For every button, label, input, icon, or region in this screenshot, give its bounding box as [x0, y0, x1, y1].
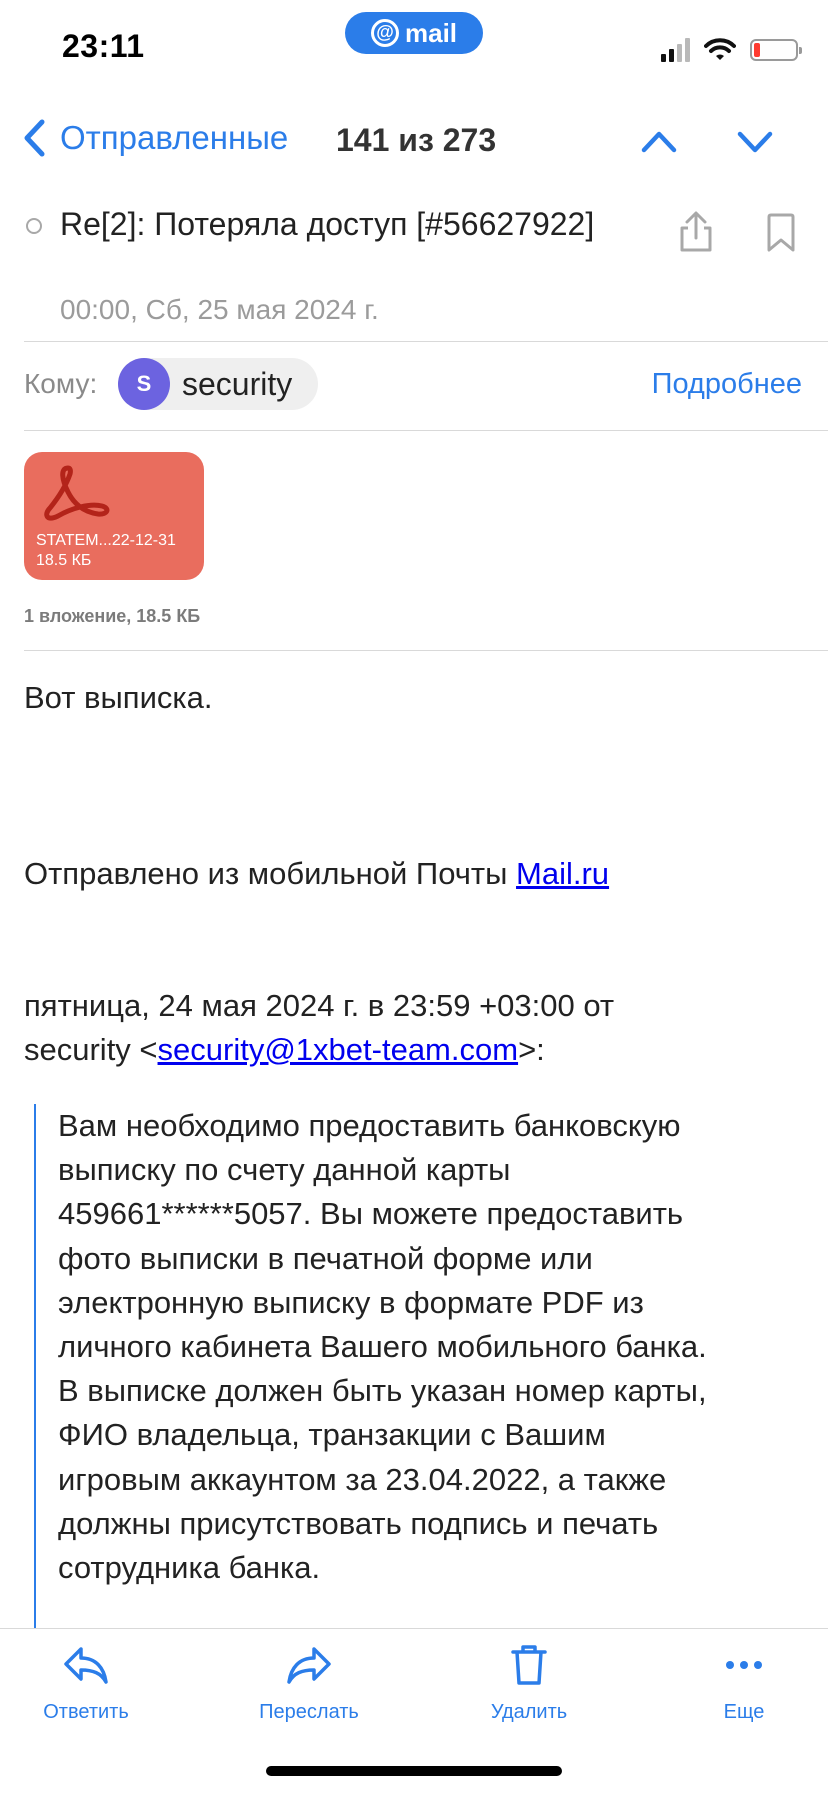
divider — [24, 650, 828, 651]
quoted-line: ФИО владельца, транзакции с Вашим — [58, 1417, 606, 1453]
to-label: Кому: — [24, 368, 98, 399]
chevron-up-icon — [641, 131, 677, 153]
battery-level — [754, 43, 760, 57]
cellular-signal-icon — [661, 38, 690, 62]
details-link[interactable]: Подробнее — [652, 368, 802, 401]
quoted-line: Вам необходимо предоставить банковскую — [58, 1108, 681, 1143]
status-icons — [661, 36, 802, 64]
mail-pill-label: mail — [404, 17, 458, 48]
quoted-line: выписку по счету данной карты — [58, 1152, 511, 1188]
next-message-button[interactable] — [736, 122, 774, 165]
quoted-line: должны присутствовать подпись и печать — [58, 1505, 659, 1541]
read-status-icon[interactable] — [26, 218, 42, 234]
quoted-line: личного кабинета Вашего мобильного банка… — [58, 1329, 707, 1365]
attachment-summary: 1 вложение, 18.5 КБ — [24, 606, 201, 626]
quoted-message: Вам необходимо предоставить банковскую вы… — [34, 1104, 806, 1628]
battery-icon — [750, 39, 802, 61]
quote-header-sender: security <security@1xbet-team.com>: — [24, 1028, 545, 1072]
more-label: Еще — [723, 1701, 765, 1723]
mail-app-pill[interactable]: @ mail — [345, 12, 483, 54]
delete-button[interactable]: Удалить — [449, 1639, 609, 1739]
chevron-left-icon — [24, 119, 45, 157]
forward-icon — [287, 1647, 331, 1684]
status-time: 23:11 — [62, 28, 145, 64]
trash-icon — [511, 1645, 547, 1685]
more-icon — [726, 1661, 762, 1669]
quoted-line: 459661******5057. Вы можете предоставить — [58, 1196, 684, 1232]
forward-label: Переслать — [259, 1701, 359, 1723]
avatar: S — [118, 358, 170, 410]
mailru-link[interactable]: Mail.ru — [516, 856, 609, 891]
wifi-icon — [704, 38, 736, 60]
quoted-line: игровым аккаунтом за 23.04.2022, а также — [58, 1461, 667, 1497]
quoted-line: сотрудника банка. — [58, 1550, 321, 1586]
bookmark-icon — [767, 213, 795, 252]
nav-bar: Отправленные 141 из 273 — [0, 100, 828, 180]
quoted-line: фото выписки в печатной форме или — [58, 1240, 593, 1276]
body-text: Вот выписка. — [24, 680, 213, 715]
message-subject: Re[2]: Потеряла доступ [#56627922] — [60, 206, 595, 242]
message-date: 00:00, Сб, 25 мая 2024 г. — [60, 294, 379, 325]
reply-button[interactable]: Ответить — [6, 1639, 166, 1739]
quote-header-line: пятница, 24 мая 2024 г. в 23:59 +03:00 о… — [24, 988, 615, 1023]
divider — [24, 341, 828, 342]
delete-label: Удалить — [490, 1701, 568, 1723]
previous-message-button[interactable] — [640, 122, 678, 165]
recipient-name: security — [182, 365, 293, 402]
reply-label: Ответить — [43, 1701, 129, 1723]
status-bar: 23:11 @ mail — [0, 0, 828, 100]
back-button[interactable]: Отправленные — [22, 118, 288, 158]
sender-email-link[interactable]: security@1xbet-team.com — [158, 1032, 519, 1067]
recipient-chip[interactable]: S security — [118, 358, 319, 410]
signature: Отправлено из мобильной Почты Mail.ru — [24, 852, 609, 896]
chevron-down-icon — [737, 131, 773, 153]
quoted-line: В выписке должен быть указан номер карты… — [58, 1373, 707, 1409]
pdf-icon — [44, 465, 110, 521]
reply-icon — [64, 1647, 108, 1684]
quote-sender-suffix: >: — [518, 1032, 545, 1067]
subject-block: Re[2]: Потеряла доступ [#56627922] 00:00… — [0, 198, 828, 340]
forward-button[interactable]: Переслать — [229, 1639, 389, 1739]
home-indicator[interactable] — [266, 1766, 562, 1776]
share-button[interactable] — [676, 210, 716, 259]
attachment-size: 18.5 КБ — [36, 552, 92, 569]
attachment-name: STATEM...22-12-31 — [36, 532, 176, 549]
divider — [24, 430, 828, 431]
signature-text: Отправлено из мобильной Почты — [24, 856, 517, 891]
quote-sender-name: security < — [24, 1032, 158, 1067]
attachment-card[interactable]: STATEM...22-12-31 18.5 КБ — [24, 452, 204, 580]
more-button[interactable]: Еще — [664, 1639, 824, 1739]
share-icon — [680, 211, 712, 252]
recipient-row: Кому: S security Подробнее — [0, 344, 828, 428]
quoted-text: Вам необходимо предоставить банковскую вы… — [58, 1104, 818, 1590]
at-icon: @ — [370, 19, 399, 47]
back-label: Отправленные — [60, 119, 289, 156]
message-counter: 141 из 273 — [336, 122, 497, 158]
quoted-line: электронную выписку в формате PDF из — [58, 1284, 644, 1320]
bookmark-button[interactable] — [764, 212, 798, 259]
